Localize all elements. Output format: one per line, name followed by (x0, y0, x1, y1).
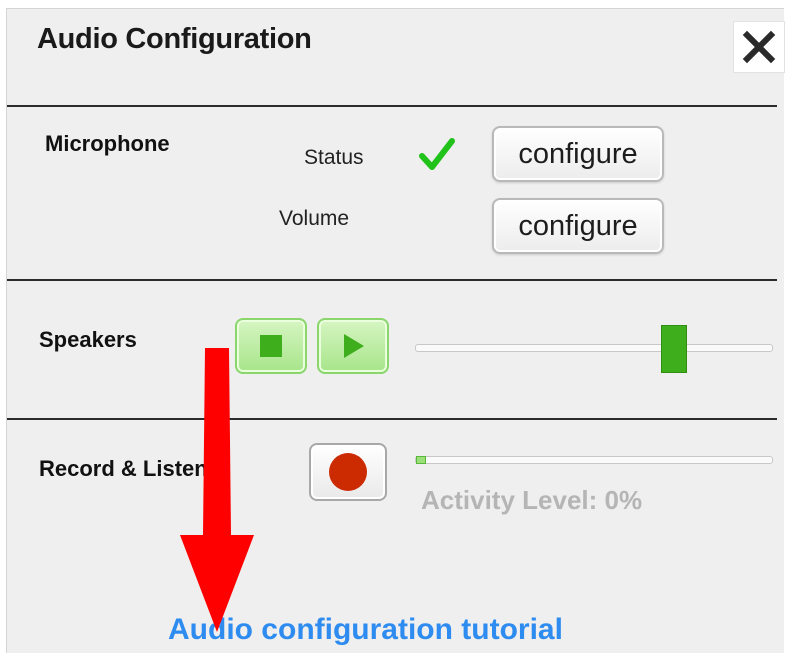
audio-configuration-dialog: Audio Configuration Microphone Status co… (6, 8, 785, 653)
play-icon (344, 334, 364, 358)
divider (7, 105, 777, 107)
activity-level-fill (416, 456, 426, 464)
close-button[interactable] (733, 21, 785, 73)
activity-level-text: Activity Level: 0% (421, 485, 643, 515)
speaker-volume-slider-track[interactable] (415, 344, 773, 352)
play-button[interactable] (317, 318, 389, 374)
divider (7, 279, 777, 281)
checkmark-icon (419, 138, 455, 170)
microphone-label: Microphone (45, 131, 170, 156)
red-arrow-annotation (180, 348, 254, 632)
status-label: Status (304, 146, 364, 169)
close-icon (742, 30, 776, 64)
volume-label: Volume (279, 207, 350, 230)
divider (7, 418, 777, 420)
record-icon (329, 453, 367, 491)
volume-configure-button[interactable]: configure (492, 198, 664, 254)
record-button[interactable] (309, 443, 387, 501)
speakers-label: Speakers (39, 327, 137, 352)
status-configure-button[interactable]: configure (492, 126, 664, 182)
speaker-volume-slider-thumb[interactable] (660, 325, 687, 373)
activity-level-meter (415, 456, 773, 464)
dialog-title: Audio Configuration (37, 23, 312, 55)
